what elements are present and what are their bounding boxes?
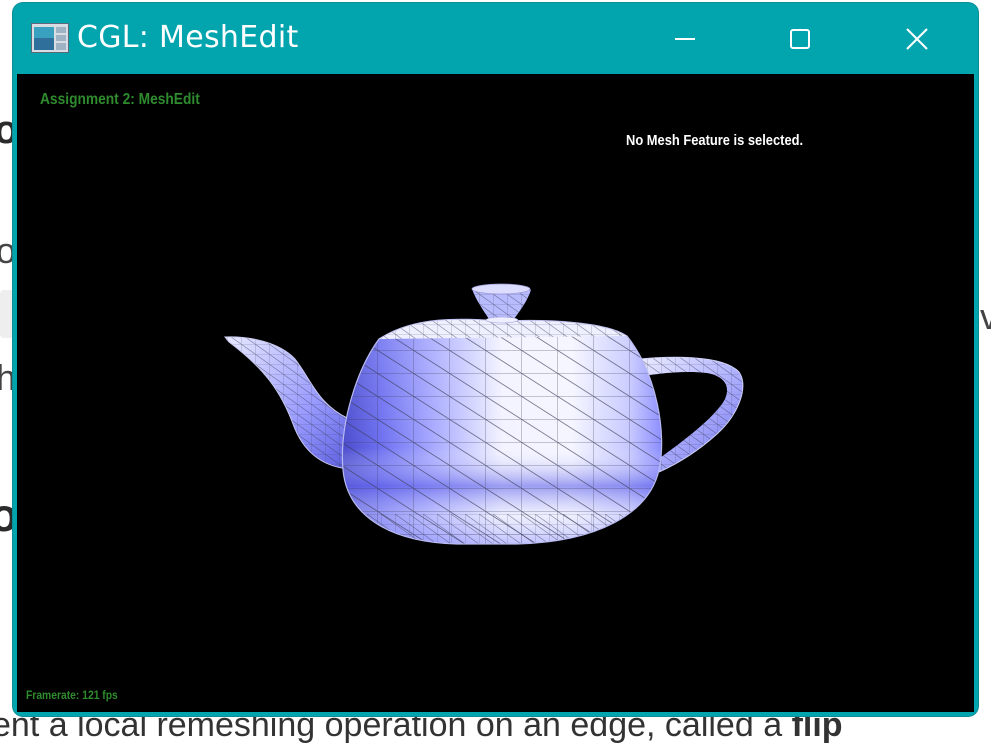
background-code-block bbox=[0, 290, 14, 338]
maximize-button[interactable] bbox=[770, 18, 830, 60]
render-viewport[interactable]: Assignment 2: MeshEdit No Mesh Feature i… bbox=[17, 74, 974, 712]
teapot-mesh[interactable] bbox=[17, 74, 974, 712]
framerate-readout: Framerate: 121 fps bbox=[26, 688, 118, 702]
close-button[interactable] bbox=[887, 18, 947, 60]
minimize-button[interactable] bbox=[655, 18, 715, 60]
maximize-icon bbox=[790, 29, 810, 49]
minimize-icon bbox=[675, 38, 695, 40]
window-title: CGL: MeshEdit bbox=[77, 20, 299, 55]
app-window: CGL: MeshEdit Assignment 2: MeshEdit No … bbox=[13, 3, 978, 716]
title-bar[interactable]: CGL: MeshEdit bbox=[13, 3, 978, 74]
app-icon bbox=[31, 23, 69, 53]
close-icon bbox=[906, 28, 928, 50]
background-text-fragment: v bbox=[980, 296, 991, 337]
